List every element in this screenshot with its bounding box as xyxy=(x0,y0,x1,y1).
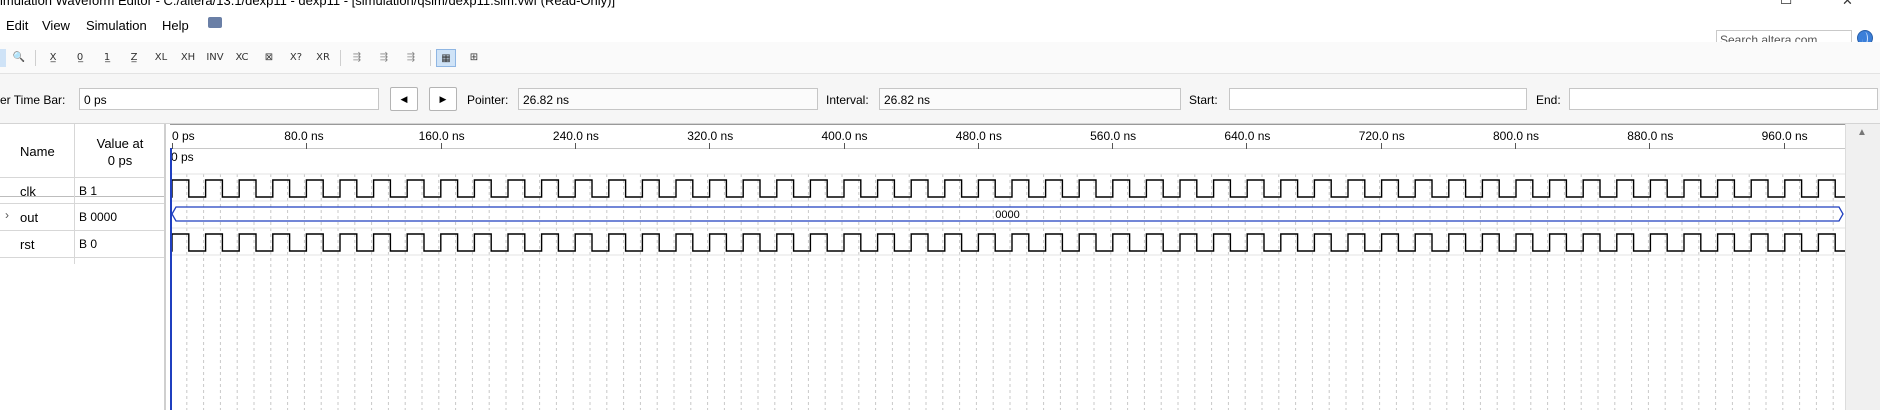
time-bar: er Time Bar: 0 ps ◀ ▶ Pointer: 26.82 ns … xyxy=(0,74,1880,124)
toolbar-separator xyxy=(340,50,341,66)
waveform-settings-icon[interactable]: ⊞ xyxy=(464,49,484,67)
interval-field: 26.82 ns xyxy=(879,88,1181,110)
scroll-up-icon[interactable]: ▲ xyxy=(1857,127,1867,138)
menu-edit[interactable]: Edit xyxy=(6,18,28,33)
start-label: Start: xyxy=(1189,93,1218,107)
pane-splitter[interactable] xyxy=(164,124,166,410)
value-header-line2: 0 ps xyxy=(107,153,133,168)
signal-name: rst xyxy=(20,237,35,252)
clock-icon[interactable]: ⊠ xyxy=(259,49,279,67)
interval-label: Interval: xyxy=(826,93,869,107)
previous-transition-button[interactable]: ◀ xyxy=(390,87,418,111)
chevron-right-icon[interactable]: › xyxy=(5,208,9,222)
signal-row-out[interactable]: › out B 0000 xyxy=(0,204,166,231)
waveform-canvas[interactable]: 0000 xyxy=(170,148,1845,410)
menu-bar: Edit View Simulation Help Search altera.… xyxy=(0,10,1880,49)
group-icon[interactable]: ⇶ xyxy=(374,49,394,67)
start-field[interactable] xyxy=(1229,88,1527,110)
random-value-icon[interactable]: XR xyxy=(313,49,333,67)
master-time-bar-label: er Time Bar: xyxy=(0,93,66,107)
forcing-unknown-icon[interactable]: X̲ xyxy=(43,49,63,67)
restore-button[interactable]: ▭ xyxy=(1780,0,1792,9)
value-header-line1: Value at xyxy=(96,136,144,151)
signal-name: clk xyxy=(20,184,36,199)
waveform-rst xyxy=(170,233,1845,252)
ruler-tick-label: 80.0 ns xyxy=(284,129,324,143)
pointer-label: Pointer: xyxy=(467,93,509,107)
ruler-tick-label: 640.0 ns xyxy=(1224,129,1271,143)
master-time-bar-field[interactable]: 0 ps xyxy=(79,88,379,110)
value-column-header: Value at 0 ps xyxy=(90,135,150,169)
ruler-tick-label: 160.0 ns xyxy=(418,129,465,143)
zoom-in-icon[interactable]: 🔍 xyxy=(9,49,29,67)
ruler-tick-label: 320.0 ns xyxy=(687,129,734,143)
end-label: End: xyxy=(1536,93,1561,107)
ruler-tick-label: 0 ps xyxy=(172,129,195,143)
title-bar: imulation Waveform Editor - C:/altera/13… xyxy=(0,0,1880,10)
toolbar-separator xyxy=(35,50,36,66)
waveform-clk xyxy=(170,179,1845,198)
arbitrary-value-icon[interactable]: X? xyxy=(286,49,306,67)
pointer-field: 26.82 ns xyxy=(518,88,818,110)
count-value-icon[interactable]: XC xyxy=(232,49,252,67)
ruler-tick-label: 480.0 ns xyxy=(955,129,1002,143)
waveform-editor: Name Value at 0 ps clk B 1 › out B 0000 … xyxy=(0,124,1880,410)
toolbar-separator xyxy=(430,50,431,66)
weak-high-icon[interactable]: XH xyxy=(178,49,198,67)
bus-value-label: 0000 xyxy=(995,209,1019,221)
menu-help[interactable]: Help xyxy=(162,18,189,33)
ruler-tick-label: 560.0 ns xyxy=(1090,129,1137,143)
signal-value: B 1 xyxy=(79,184,98,198)
high-impedance-icon[interactable]: Z̲ xyxy=(124,49,144,67)
signal-value: B 0000 xyxy=(79,210,118,224)
end-field[interactable] xyxy=(1569,88,1878,110)
ruler-tick-label: 960.0 ns xyxy=(1761,129,1808,143)
signal-row-rst[interactable]: rst B 0 xyxy=(0,231,166,258)
ruler-tick-label: 400.0 ns xyxy=(821,129,868,143)
selection-tool-icon[interactable] xyxy=(0,49,6,67)
insert-node-icon[interactable]: ⇶ xyxy=(347,49,367,67)
signal-value: B 0 xyxy=(79,237,98,251)
window-title: imulation Waveform Editor - C:/altera/13… xyxy=(0,0,616,8)
time-ruler[interactable]: 0 ps 80.0 ns 160.0 ns 240.0 ns 320.0 ns 400.0… xyxy=(170,124,1845,149)
signal-name: out xyxy=(20,210,39,225)
ruler-tick-label: 880.0 ns xyxy=(1627,129,1674,143)
menu-simulation[interactable]: Simulation xyxy=(86,18,147,33)
display-grid-icon[interactable]: ▦ xyxy=(436,49,456,67)
next-transition-button[interactable]: ▶ xyxy=(429,87,457,111)
ungroup-icon[interactable]: ⇶ xyxy=(401,49,421,67)
close-button[interactable]: ✕ xyxy=(1842,0,1853,9)
ruler-tick-label: 720.0 ns xyxy=(1358,129,1405,143)
vertical-scrollbar[interactable]: ▲ xyxy=(1845,124,1880,410)
name-column-header: Name xyxy=(20,144,55,159)
toolbar: 🔍 X̲ 0̲ 1̲ Z̲ XL XH INV XC ⊠ X? XR ⇶ ⇶ ⇶… xyxy=(0,42,1880,74)
ruler-tick-label: 240.0 ns xyxy=(552,129,599,143)
menu-view[interactable]: View xyxy=(42,18,70,33)
signal-row-clk[interactable]: clk B 1 xyxy=(0,177,166,204)
invert-icon[interactable]: INV xyxy=(205,49,225,67)
forcing-high-icon[interactable]: 1̲ xyxy=(97,49,117,67)
ruler-tick-label: 800.0 ns xyxy=(1493,129,1540,143)
feedback-icon[interactable] xyxy=(208,17,222,28)
weak-low-icon[interactable]: XL xyxy=(151,49,171,67)
forcing-low-icon[interactable]: 0̲ xyxy=(70,49,90,67)
